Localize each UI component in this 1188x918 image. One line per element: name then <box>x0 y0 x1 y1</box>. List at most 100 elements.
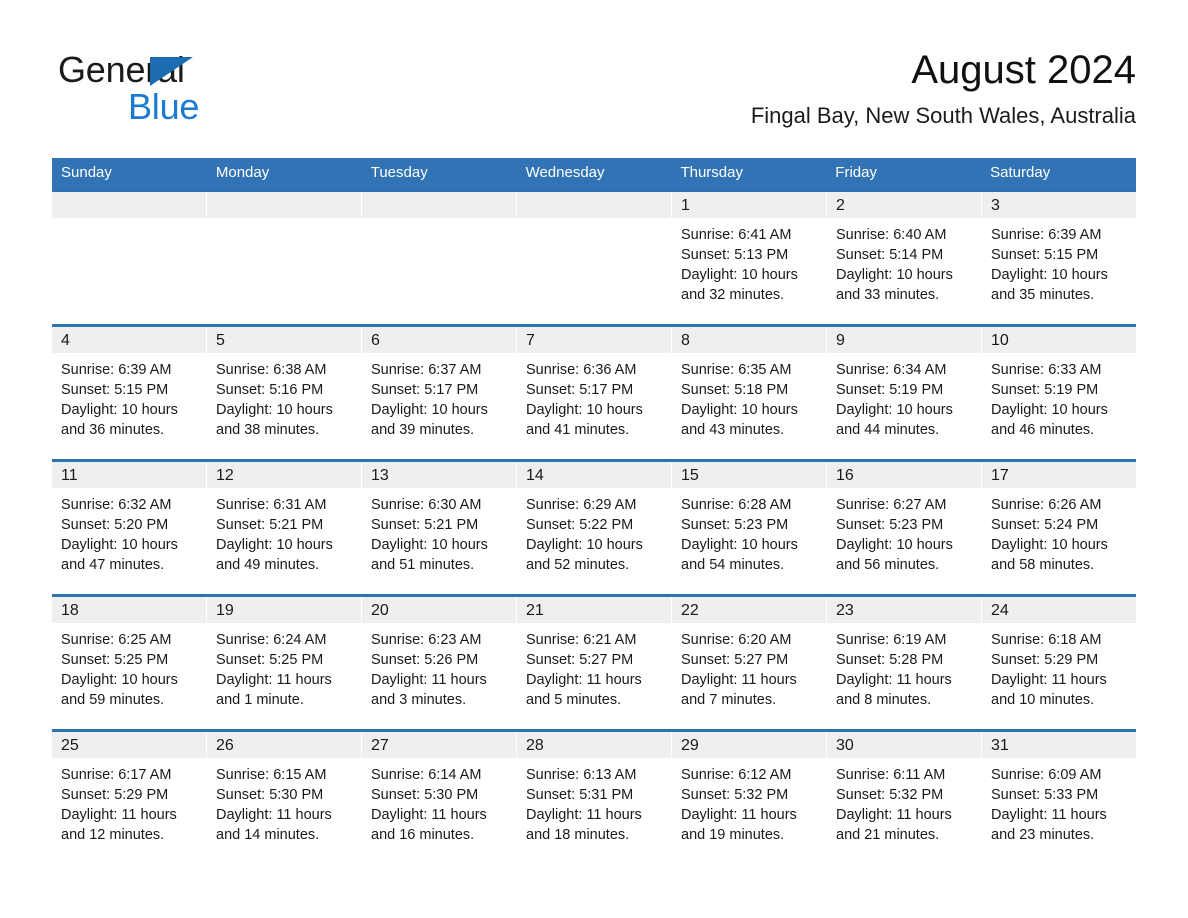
sunset-text: Sunset: 5:29 PM <box>61 787 169 803</box>
day-cell[interactable]: 6 Sunrise: 6:37 AM Sunset: 5:17 PM Daylight… <box>362 327 517 459</box>
day-cell[interactable]: 31 Sunrise: 6:09 AM Sunset: 5:33 PM Dayligh… <box>982 732 1136 864</box>
calendar-week-row: 18 Sunrise: 6:25 AM Sunset: 5:25 PM Dayligh… <box>52 594 1136 729</box>
date-number: 28 <box>526 737 544 754</box>
logo-triangle-icon <box>150 57 193 86</box>
day-cell[interactable]: 13 Sunrise: 6:30 AM Sunset: 5:21 PM Dayligh… <box>362 462 517 594</box>
daylight-text: Daylight: 11 hours and 12 minutes. <box>61 807 177 843</box>
daylight-text: Daylight: 10 hours and 49 minutes. <box>216 537 333 573</box>
day-cell[interactable]: 12 Sunrise: 6:31 AM Sunset: 5:21 PM Dayligh… <box>207 462 362 594</box>
daylight-text: Daylight: 10 hours and 35 minutes. <box>991 267 1108 303</box>
day-cell-empty <box>52 192 207 324</box>
date-band: 5 <box>207 327 361 353</box>
date-band: 4 <box>52 327 206 353</box>
daylight-text: Daylight: 10 hours and 51 minutes. <box>371 537 488 573</box>
day-cell[interactable]: 24 Sunrise: 6:18 AM Sunset: 5:29 PM Dayligh… <box>982 597 1136 729</box>
day-cell[interactable]: 21 Sunrise: 6:21 AM Sunset: 5:27 PM Dayligh… <box>517 597 672 729</box>
date-number: 31 <box>991 737 1009 754</box>
day-details: Sunrise: 6:17 AM Sunset: 5:29 PM Daylight:… <box>52 758 206 845</box>
day-cell[interactable]: 30 Sunrise: 6:11 AM Sunset: 5:32 PM Dayligh… <box>827 732 982 864</box>
date-band: 18 <box>52 597 206 623</box>
date-band <box>207 192 361 218</box>
date-band: 15 <box>672 462 826 488</box>
day-cell[interactable]: 22 Sunrise: 6:20 AM Sunset: 5:27 PM Dayligh… <box>672 597 827 729</box>
daylight-text: Daylight: 10 hours and 32 minutes. <box>681 267 798 303</box>
date-band: 20 <box>362 597 516 623</box>
day-details: Sunrise: 6:19 AM Sunset: 5:28 PM Daylight:… <box>827 623 981 710</box>
date-number: 5 <box>216 332 225 349</box>
daylight-text: Daylight: 11 hours and 18 minutes. <box>526 807 642 843</box>
date-band: 31 <box>982 732 1136 758</box>
day-details: Sunrise: 6:15 AM Sunset: 5:30 PM Daylight:… <box>207 758 361 845</box>
day-cell[interactable]: 26 Sunrise: 6:15 AM Sunset: 5:30 PM Dayligh… <box>207 732 362 864</box>
sunrise-text: Sunrise: 6:33 AM <box>991 362 1102 378</box>
daylight-text: Daylight: 10 hours and 39 minutes. <box>371 402 488 438</box>
day-cell[interactable]: 23 Sunrise: 6:19 AM Sunset: 5:28 PM Dayligh… <box>827 597 982 729</box>
sunset-text: Sunset: 5:21 PM <box>371 517 479 533</box>
sunrise-text: Sunrise: 6:26 AM <box>991 497 1102 513</box>
day-cell[interactable]: 25 Sunrise: 6:17 AM Sunset: 5:29 PM Dayligh… <box>52 732 207 864</box>
date-number: 9 <box>836 332 845 349</box>
daylight-text: Daylight: 11 hours and 10 minutes. <box>991 672 1107 708</box>
day-cell[interactable]: 29 Sunrise: 6:12 AM Sunset: 5:32 PM Dayligh… <box>672 732 827 864</box>
sunset-text: Sunset: 5:25 PM <box>61 652 169 668</box>
day-cell[interactable]: 16 Sunrise: 6:27 AM Sunset: 5:23 PM Dayligh… <box>827 462 982 594</box>
day-cell[interactable]: 27 Sunrise: 6:14 AM Sunset: 5:30 PM Dayligh… <box>362 732 517 864</box>
week-cells: 4 Sunrise: 6:39 AM Sunset: 5:15 PM Daylight… <box>52 327 1136 459</box>
day-details <box>52 218 206 225</box>
day-cell[interactable]: 14 Sunrise: 6:29 AM Sunset: 5:22 PM Dayligh… <box>517 462 672 594</box>
day-details: Sunrise: 6:26 AM Sunset: 5:24 PM Daylight:… <box>982 488 1136 575</box>
day-cell[interactable]: 18 Sunrise: 6:25 AM Sunset: 5:25 PM Dayligh… <box>52 597 207 729</box>
week-cells: 1 Sunrise: 6:41 AM Sunset: 5:13 PM Daylight… <box>52 192 1136 324</box>
date-number: 23 <box>836 602 854 619</box>
day-cell[interactable]: 20 Sunrise: 6:23 AM Sunset: 5:26 PM Dayligh… <box>362 597 517 729</box>
sunset-text: Sunset: 5:28 PM <box>836 652 944 668</box>
day-cell[interactable]: 2 Sunrise: 6:40 AM Sunset: 5:14 PM Daylight… <box>827 192 982 324</box>
date-band: 19 <box>207 597 361 623</box>
sunrise-text: Sunrise: 6:18 AM <box>991 632 1102 648</box>
weekday-header-friday: Friday <box>835 164 877 181</box>
day-details: Sunrise: 6:21 AM Sunset: 5:27 PM Daylight:… <box>517 623 671 710</box>
generalblue-logo[interactable]: General Blue <box>52 50 312 136</box>
date-number: 14 <box>526 467 544 484</box>
day-cell[interactable]: 10 Sunrise: 6:33 AM Sunset: 5:19 PM Dayligh… <box>982 327 1136 459</box>
sunset-text: Sunset: 5:20 PM <box>61 517 169 533</box>
day-cell[interactable]: 4 Sunrise: 6:39 AM Sunset: 5:15 PM Daylight… <box>52 327 207 459</box>
date-number: 8 <box>681 332 690 349</box>
weekday-header-wednesday: Wednesday <box>525 164 605 181</box>
day-cell[interactable]: 5 Sunrise: 6:38 AM Sunset: 5:16 PM Daylight… <box>207 327 362 459</box>
day-cell[interactable]: 7 Sunrise: 6:36 AM Sunset: 5:17 PM Daylight… <box>517 327 672 459</box>
day-cell[interactable]: 28 Sunrise: 6:13 AM Sunset: 5:31 PM Dayligh… <box>517 732 672 864</box>
daylight-text: Daylight: 10 hours and 43 minutes. <box>681 402 798 438</box>
date-band: 22 <box>672 597 826 623</box>
day-cell[interactable]: 19 Sunrise: 6:24 AM Sunset: 5:25 PM Dayligh… <box>207 597 362 729</box>
day-cell[interactable]: 9 Sunrise: 6:34 AM Sunset: 5:19 PM Daylight… <box>827 327 982 459</box>
sunset-text: Sunset: 5:31 PM <box>526 787 634 803</box>
sunrise-text: Sunrise: 6:41 AM <box>681 227 792 243</box>
sunrise-text: Sunrise: 6:09 AM <box>991 767 1102 783</box>
daylight-text: Daylight: 11 hours and 23 minutes. <box>991 807 1107 843</box>
calendar-page: General Blue August 2024 Fingal Bay, New… <box>0 0 1188 918</box>
day-cell[interactable]: 17 Sunrise: 6:26 AM Sunset: 5:24 PM Dayligh… <box>982 462 1136 594</box>
date-band: 1 <box>672 192 826 218</box>
weekday-header-monday: Monday <box>215 164 270 181</box>
day-cell[interactable]: 8 Sunrise: 6:35 AM Sunset: 5:18 PM Daylight… <box>672 327 827 459</box>
date-number: 1 <box>681 197 690 214</box>
day-cell[interactable]: 15 Sunrise: 6:28 AM Sunset: 5:23 PM Dayligh… <box>672 462 827 594</box>
date-band: 27 <box>362 732 516 758</box>
calendar-week-row: 1 Sunrise: 6:41 AM Sunset: 5:13 PM Daylight… <box>52 189 1136 324</box>
day-details: Sunrise: 6:13 AM Sunset: 5:31 PM Daylight:… <box>517 758 671 845</box>
day-cell[interactable]: 3 Sunrise: 6:39 AM Sunset: 5:15 PM Daylight… <box>982 192 1136 324</box>
day-cell[interactable]: 1 Sunrise: 6:41 AM Sunset: 5:13 PM Daylight… <box>672 192 827 324</box>
date-number: 11 <box>61 467 78 484</box>
date-band: 29 <box>672 732 826 758</box>
day-cell[interactable]: 11 Sunrise: 6:32 AM Sunset: 5:20 PM Dayligh… <box>52 462 207 594</box>
date-number: 18 <box>61 602 79 619</box>
daylight-text: Daylight: 10 hours and 58 minutes. <box>991 537 1108 573</box>
daylight-text: Daylight: 10 hours and 59 minutes. <box>61 672 178 708</box>
day-details: Sunrise: 6:28 AM Sunset: 5:23 PM Daylight:… <box>672 488 826 575</box>
date-band <box>362 192 516 218</box>
sunset-text: Sunset: 5:17 PM <box>526 382 634 398</box>
sunset-text: Sunset: 5:32 PM <box>681 787 789 803</box>
date-band: 11 <box>52 462 206 488</box>
daylight-text: Daylight: 10 hours and 33 minutes. <box>836 267 953 303</box>
